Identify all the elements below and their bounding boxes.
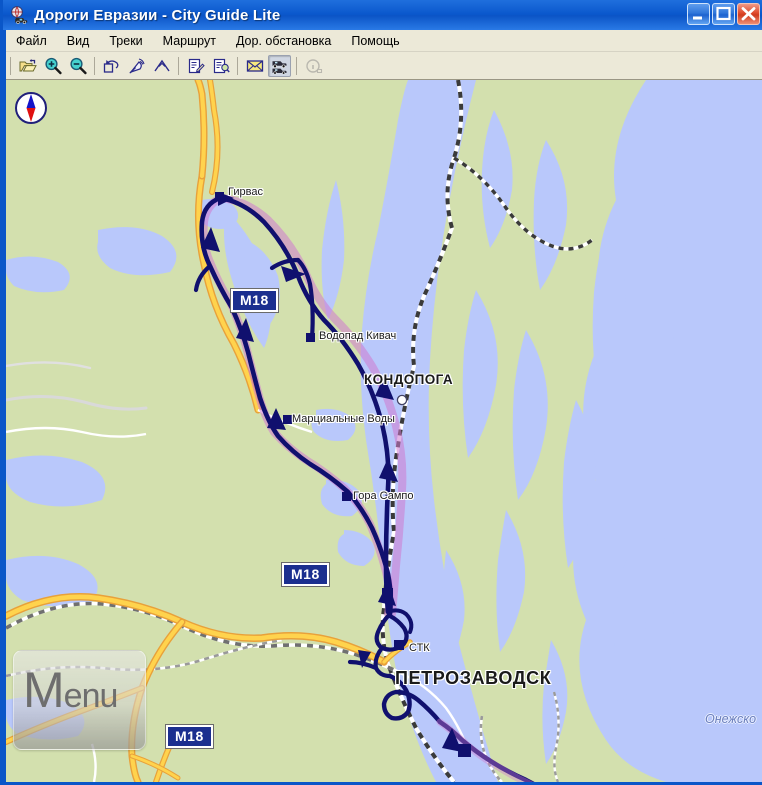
highway-shield-m18: M18 (282, 563, 329, 587)
compass-rose-icon (13, 90, 49, 126)
title-bar[interactable]: Дороги Евразии - City Guide Lite (3, 0, 762, 30)
car-globe-icon (10, 6, 28, 24)
menu-overlay-label-rest: enu (63, 677, 119, 715)
menu-bar: Файл Вид Треки Маршрут Дор. обстановка П… (6, 30, 762, 52)
zoom-in-icon[interactable] (41, 55, 64, 77)
menu-item-route[interactable]: Маршрут (154, 31, 225, 51)
menu-item-view[interactable]: Вид (58, 31, 99, 51)
toolbar-separator (178, 56, 179, 75)
menu-item-traffic[interactable]: Дор. обстановка (227, 31, 340, 51)
maximize-button[interactable] (712, 3, 735, 25)
menu-item-file[interactable]: Файл (7, 31, 56, 51)
mail-envelope-icon[interactable] (243, 55, 266, 77)
window-controls (687, 3, 760, 25)
open-folder-icon[interactable] (16, 55, 39, 77)
satellite-dish-icon[interactable] (125, 55, 148, 77)
highway-shield-m18: M18 (231, 289, 278, 313)
note-search-icon[interactable] (209, 55, 232, 77)
map-canvas[interactable]: Гирвас Водопад Кивач КОНДОПОГА Марциальн… (6, 80, 762, 782)
toolbar-separator (296, 56, 297, 75)
toolbar-separator (237, 56, 238, 75)
traffic-cars-icon[interactable] (268, 54, 291, 77)
close-button[interactable] (737, 3, 760, 25)
menu-overlay-label-big: M (23, 662, 65, 718)
zoom-out-icon[interactable] (66, 55, 89, 77)
mountain-peak-icon[interactable] (150, 55, 173, 77)
highway-shield-m18: M18 (166, 725, 213, 749)
edit-note-icon[interactable] (184, 55, 207, 77)
toolbar-separator (94, 56, 95, 75)
menu-overlay-label: Menu (23, 662, 119, 718)
info-icon (302, 55, 325, 77)
menu-item-tracks[interactable]: Треки (100, 31, 151, 51)
kondopoga-town-marker (396, 394, 408, 406)
window-title: Дороги Евразии - City Guide Lite (34, 6, 281, 24)
rotate-view-icon[interactable] (100, 55, 123, 77)
toolbar-separator (10, 56, 11, 75)
menu-overlay-button[interactable]: Menu (13, 650, 146, 750)
menu-item-help[interactable]: Помощь (342, 31, 408, 51)
minimize-button[interactable] (687, 3, 710, 25)
toolbar (6, 52, 762, 80)
application-window: Дороги Евразии - City Guide Lite Файл Ви… (0, 0, 762, 785)
